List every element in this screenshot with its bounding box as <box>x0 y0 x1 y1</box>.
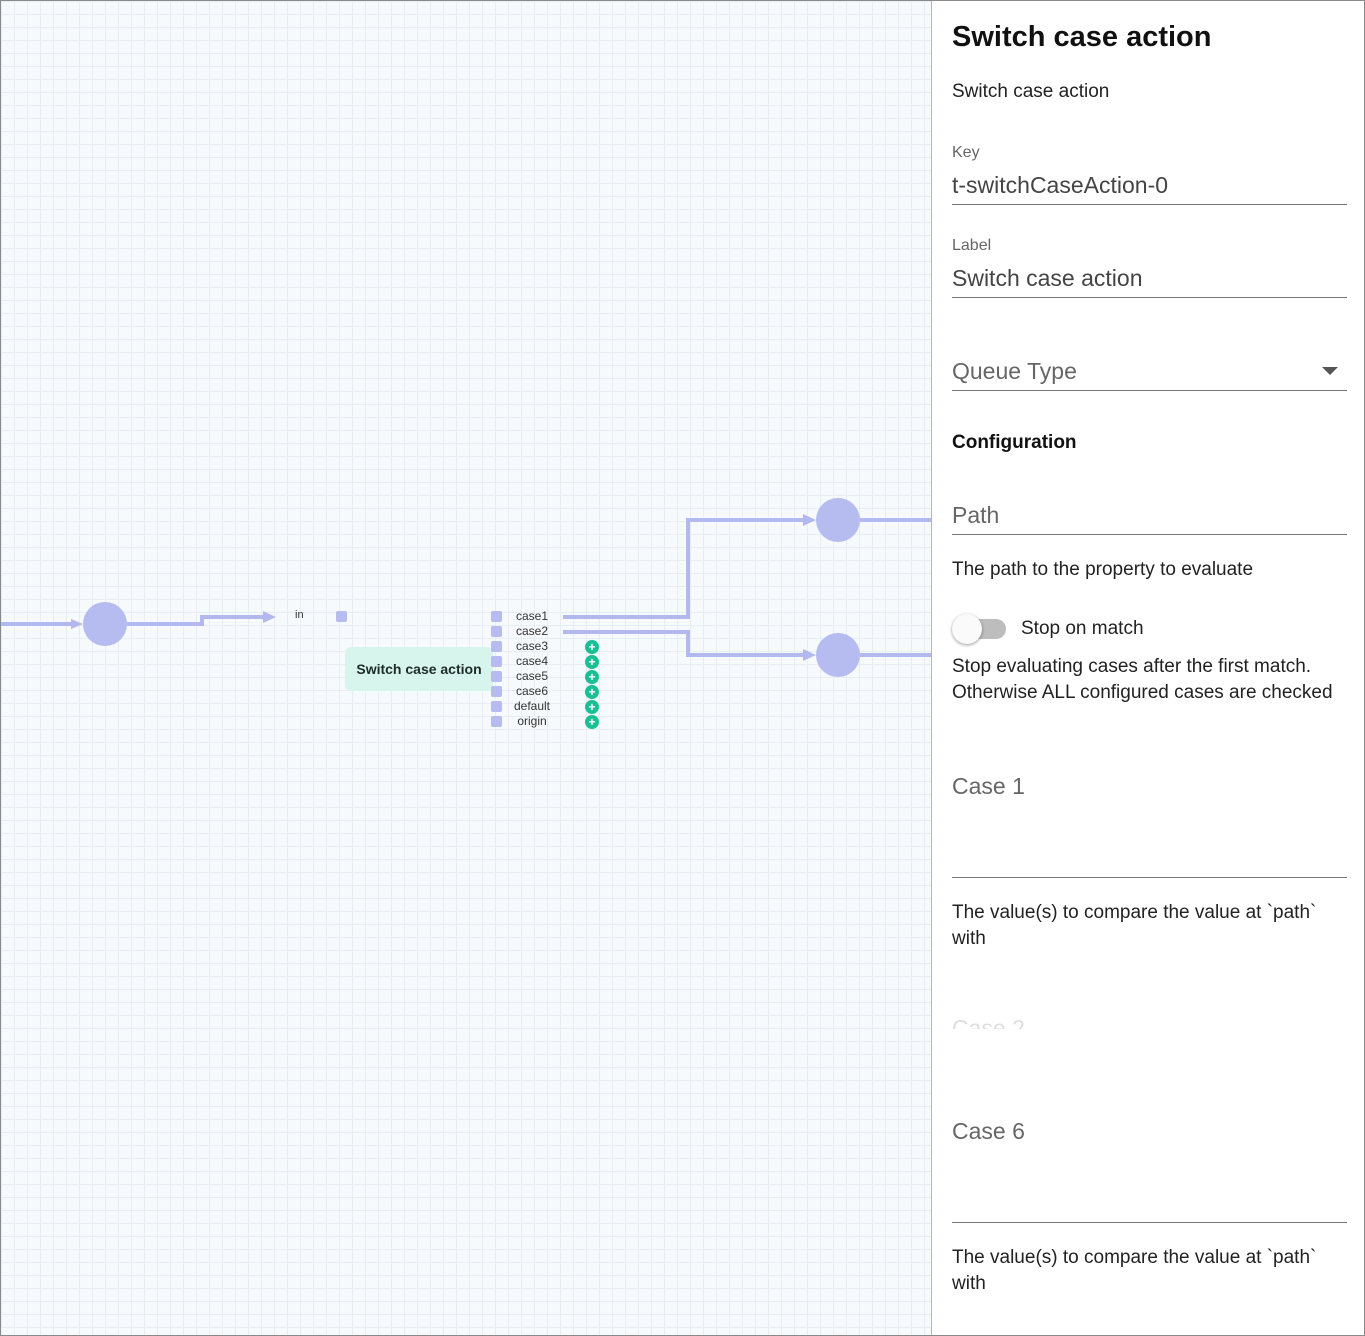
panel-subtitle: Switch case action <box>952 81 1110 102</box>
edge-case2 <box>563 630 807 657</box>
queue-type-underline <box>952 390 1347 391</box>
output-port-label: origin <box>517 714 547 728</box>
panel-title: Switch case action <box>952 21 1212 53</box>
case1-input-underline <box>952 877 1347 878</box>
add-connection-plus-icon[interactable]: + <box>585 715 599 729</box>
configuration-heading: Configuration <box>952 432 1077 453</box>
edge-arrow-icon <box>803 649 816 661</box>
key-field-underline <box>952 204 1347 205</box>
add-connection-plus-icon[interactable]: + <box>585 655 599 669</box>
add-connection-plus-icon[interactable]: + <box>585 640 599 654</box>
edge-case1 <box>563 518 807 619</box>
case2-input-faded: Case 2 <box>952 1015 1025 1029</box>
stop-on-match-toggle-knob[interactable] <box>952 614 982 644</box>
output-port-label: case6 <box>515 684 549 698</box>
add-connection-plus-icon[interactable]: + <box>585 700 599 714</box>
properties-panel: Switch case action Switch case action Ke… <box>931 1 1364 1335</box>
case1-helper-text: The value(s) to compare the value at `pa… <box>952 902 1317 949</box>
queue-type-select[interactable]: Queue Type <box>952 358 1347 385</box>
label-field[interactable]: Switch case action <box>952 265 1347 292</box>
key-field[interactable]: t-switchCaseAction-0 <box>952 172 1347 199</box>
edge-arrow-icon <box>71 619 83 629</box>
output-port-origin[interactable] <box>491 716 502 727</box>
output-port-case6[interactable] <box>491 686 502 697</box>
path-helper-text: The path to the property to evaluate <box>952 559 1254 580</box>
path-input[interactable]: Path <box>952 502 1347 529</box>
path-input-underline <box>952 534 1347 535</box>
flow-canvas[interactable]: in Switch case action case1 case2 case3 … <box>1 1 931 1335</box>
add-connection-plus-icon[interactable]: + <box>585 685 599 699</box>
output-port-case4[interactable] <box>491 656 502 667</box>
output-port-label: case1 <box>515 609 549 623</box>
stop-on-match-label[interactable]: Stop on match <box>1021 616 1321 642</box>
output-port-label: case3 <box>515 639 549 653</box>
case1-target-node <box>816 498 860 542</box>
edge-arrow-icon <box>263 611 276 623</box>
output-port-label: default <box>513 699 551 713</box>
app-frame: in Switch case action case1 case2 case3 … <box>0 0 1365 1336</box>
case2-target-node <box>816 633 860 677</box>
input-port[interactable] <box>336 611 347 622</box>
case6-input[interactable]: Case 6 <box>952 1118 1347 1145</box>
stop-on-match-helper-text: Stop evaluating cases after the first ma… <box>952 656 1333 703</box>
case6-helper-text: The value(s) to compare the value at `pa… <box>952 1247 1317 1294</box>
edge-start-to-switch <box>127 615 265 626</box>
key-field-label: Key <box>952 144 980 161</box>
output-port-case3[interactable] <box>491 641 502 652</box>
output-port-case1[interactable] <box>491 611 502 622</box>
switch-case-node[interactable]: Switch case action <box>345 647 493 691</box>
output-port-label: case4 <box>515 654 549 668</box>
edge-arrow-icon <box>803 514 816 526</box>
arrow-drop-down-icon[interactable] <box>1322 367 1338 375</box>
output-port-label: case2 <box>515 624 549 638</box>
start-node-circle <box>83 602 127 646</box>
case6-input-underline <box>952 1222 1347 1223</box>
case1-input[interactable]: Case 1 <box>952 773 1347 800</box>
output-port-case2[interactable] <box>491 626 502 637</box>
switch-case-node-title: Switch case action <box>356 661 482 677</box>
label-field-label: Label <box>952 237 992 254</box>
input-port-label: in <box>295 609 304 621</box>
label-field-underline <box>952 297 1347 298</box>
output-port-case5[interactable] <box>491 671 502 682</box>
add-connection-plus-icon[interactable]: + <box>585 670 599 684</box>
output-port-label: case5 <box>515 669 549 683</box>
output-port-default[interactable] <box>491 701 502 712</box>
